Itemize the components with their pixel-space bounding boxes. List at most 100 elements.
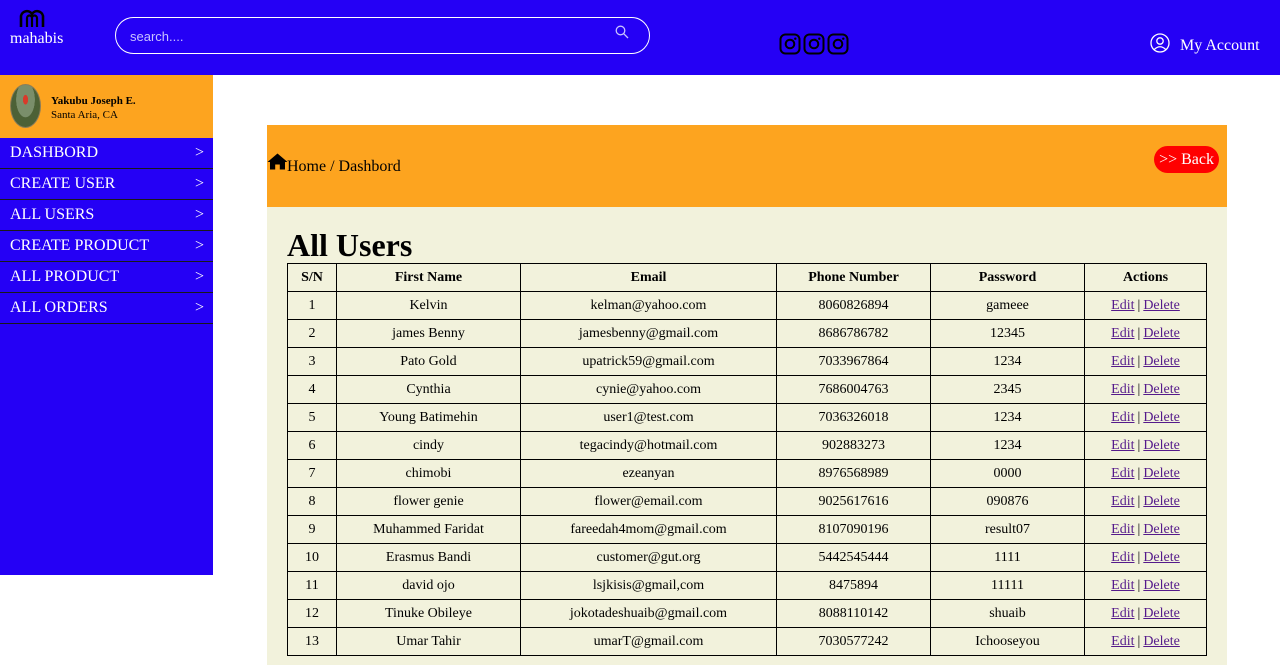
cell-password: 1111	[930, 543, 1085, 572]
table-row: 10 Erasmus Bandi customer@gut.org 544254544…	[287, 543, 1207, 572]
delete-link[interactable]: Delete	[1143, 298, 1180, 313]
table-row: 3 Pato Gold upatrick59@gmail.com 7033967864…	[287, 347, 1207, 376]
cell-email: jamesbenny@gmail.com	[520, 319, 777, 348]
sidebar-item-all-orders[interactable]: ALL ORDERS >	[0, 293, 213, 324]
cell-first-name: Tinuke Obileye	[336, 599, 521, 628]
delete-link[interactable]: Delete	[1143, 522, 1180, 537]
cell-first-name: david ojo	[336, 571, 521, 600]
edit-link[interactable]: Edit	[1111, 578, 1134, 593]
back-button[interactable]: >> Back	[1154, 146, 1219, 173]
delete-link[interactable]: Delete	[1143, 410, 1180, 425]
chevron-right-icon: >	[194, 268, 204, 285]
action-separator: |	[1137, 437, 1141, 453]
cell-sn: 7	[287, 459, 337, 488]
cell-actions: Edit | Delete	[1084, 515, 1207, 544]
cell-password: result07	[930, 515, 1085, 544]
action-separator: |	[1137, 549, 1141, 565]
sidebar-item-label: DASHBORD	[10, 144, 99, 161]
action-separator: |	[1137, 409, 1141, 425]
user-icon	[1150, 33, 1170, 58]
cell-password: 1234	[930, 431, 1085, 460]
cell-email: flower@email.com	[520, 487, 777, 516]
cell-password: 0000	[930, 459, 1085, 488]
home-icon[interactable]	[267, 153, 288, 175]
edit-link[interactable]: Edit	[1111, 410, 1134, 425]
chevron-right-icon: >	[194, 144, 204, 161]
edit-link[interactable]: Edit	[1111, 382, 1134, 397]
cell-first-name: Erasmus Bandi	[336, 543, 521, 572]
delete-link[interactable]: Delete	[1143, 326, 1180, 341]
delete-link[interactable]: Delete	[1143, 550, 1180, 565]
column-header-sn: S/N	[287, 263, 337, 292]
cell-email: ezeanyan	[520, 459, 777, 488]
edit-link[interactable]: Edit	[1111, 354, 1134, 369]
sidebar-item-create-product[interactable]: CREATE PRODUCT >	[0, 231, 213, 262]
search-input[interactable]	[130, 26, 600, 46]
chevron-right-icon: >	[194, 206, 204, 223]
my-account-label: My Account	[1180, 36, 1260, 54]
cell-sn: 3	[287, 347, 337, 376]
edit-link[interactable]: Edit	[1111, 326, 1134, 341]
sidebar-item-create-user[interactable]: CREATE USER >	[0, 169, 213, 200]
cell-phone: 8088110142	[776, 599, 931, 628]
table-row: 6 cindy tegacindy@hotmail.com 902883273 1234…	[287, 431, 1207, 460]
delete-link[interactable]: Delete	[1143, 634, 1180, 649]
delete-link[interactable]: Delete	[1143, 438, 1180, 453]
table-row: 1 Kelvin kelman@yahoo.com 8060826894 gameee E…	[287, 291, 1207, 320]
action-separator: |	[1137, 633, 1141, 649]
cell-actions: Edit | Delete	[1084, 431, 1207, 460]
edit-link[interactable]: Edit	[1111, 550, 1134, 565]
edit-link[interactable]: Edit	[1111, 298, 1134, 313]
page-title: All Users	[287, 227, 413, 263]
cell-phone: 8686786782	[776, 319, 931, 348]
delete-link[interactable]: Delete	[1143, 354, 1180, 369]
delete-link[interactable]: Delete	[1143, 606, 1180, 621]
edit-link[interactable]: Edit	[1111, 466, 1134, 481]
cell-email: jokotadeshuaib@gmail.com	[520, 599, 777, 628]
logo[interactable]: mahabis	[10, 8, 70, 48]
cell-sn: 13	[287, 627, 337, 656]
sidebar-item-all-users[interactable]: ALL USERS >	[0, 200, 213, 231]
cell-email: kelman@yahoo.com	[520, 291, 777, 320]
instagram-icon[interactable]	[779, 33, 801, 55]
action-separator: |	[1137, 353, 1141, 369]
instagram-icon[interactable]	[803, 33, 825, 55]
cell-email: upatrick59@gmail.com	[520, 347, 777, 376]
cell-phone: 7686004763	[776, 375, 931, 404]
cell-actions: Edit | Delete	[1084, 571, 1207, 600]
cell-actions: Edit | Delete	[1084, 459, 1207, 488]
cell-actions: Edit | Delete	[1084, 347, 1207, 376]
cell-phone: 7036326018	[776, 403, 931, 432]
column-header-first-name: First Name	[336, 263, 521, 292]
sidebar-item-all-product[interactable]: ALL PRODUCT >	[0, 262, 213, 293]
breadcrumb[interactable]: Home / Dashbord	[287, 158, 401, 176]
search-icon[interactable]	[615, 25, 629, 44]
table-row: 13 Umar Tahir umarT@gmail.com 7030577242 Ich…	[287, 627, 1207, 656]
edit-link[interactable]: Edit	[1111, 438, 1134, 453]
edit-link[interactable]: Edit	[1111, 606, 1134, 621]
table-row: 4 Cynthia cynie@yahoo.com 7686004763 2345 Edi…	[287, 375, 1207, 404]
delete-link[interactable]: Delete	[1143, 466, 1180, 481]
cell-sn: 10	[287, 543, 337, 572]
cell-sn: 11	[287, 571, 337, 600]
cell-phone: 8107090196	[776, 515, 931, 544]
cell-first-name: Kelvin	[336, 291, 521, 320]
cell-email: umarT@gmail.com	[520, 627, 777, 656]
cell-actions: Edit | Delete	[1084, 487, 1207, 516]
cell-first-name: Young Batimehin	[336, 403, 521, 432]
cell-password: 090876	[930, 487, 1085, 516]
delete-link[interactable]: Delete	[1143, 494, 1180, 509]
sidebar-item-dashboard[interactable]: DASHBORD >	[0, 138, 213, 169]
delete-link[interactable]: Delete	[1143, 578, 1180, 593]
cell-actions: Edit | Delete	[1084, 627, 1207, 656]
instagram-icon[interactable]	[827, 33, 849, 55]
cell-email: fareedah4mom@gmail.com	[520, 515, 777, 544]
cell-first-name: Cynthia	[336, 375, 521, 404]
cell-email: customer@gut.org	[520, 543, 777, 572]
edit-link[interactable]: Edit	[1111, 494, 1134, 509]
delete-link[interactable]: Delete	[1143, 382, 1180, 397]
edit-link[interactable]: Edit	[1111, 522, 1134, 537]
edit-link[interactable]: Edit	[1111, 634, 1134, 649]
cell-first-name: flower genie	[336, 487, 521, 516]
my-account-link[interactable]: My Account	[1150, 33, 1260, 58]
